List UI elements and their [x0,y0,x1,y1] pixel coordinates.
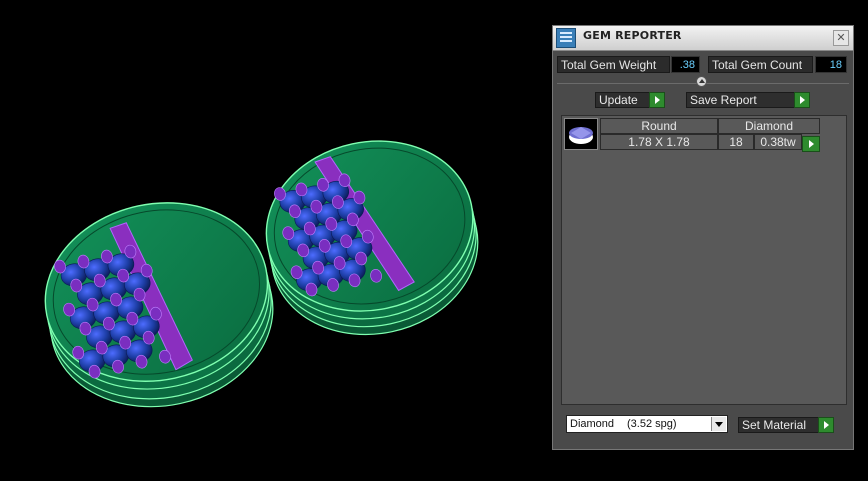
gem-size: 1.78 X 1.78 [600,134,718,150]
close-button[interactable]: ✕ [833,30,849,46]
update-button-label: Update [599,93,638,107]
3d-viewport[interactable] [0,0,540,481]
play-arrow-icon [649,92,665,108]
gem-row-action-icon[interactable] [802,136,820,152]
total-gem-count-value: 18 [815,56,847,73]
play-arrow-icon [794,92,810,108]
chevron-down-icon [711,417,726,431]
gem-reporter-panel: GEM REPORTER ✕ Total Gem Weight .38 Tota… [552,25,854,450]
collapse-handle[interactable] [696,76,707,87]
gem-thumbnail [564,118,598,150]
left-earring [44,202,274,408]
save-report-button[interactable]: Save Report [686,92,810,108]
update-button[interactable]: Update [595,92,665,108]
gem-list: Round Diamond 1.78 X 1.78 18 0.38tw [561,115,847,405]
panel-titlebar[interactable]: GEM REPORTER ✕ [553,26,853,51]
total-gem-count-label: Total Gem Count [708,56,813,73]
set-material-button-label: Set Material [742,418,807,432]
panel-title: GEM REPORTER [583,29,682,42]
gem-weight: 0.38tw [754,134,802,150]
total-gem-weight-value: .38 [671,56,700,73]
gem-reporter-icon [556,28,576,48]
gem-list-row[interactable]: Round Diamond 1.78 X 1.78 18 0.38tw [564,118,820,152]
jewelry-model [44,140,479,408]
gem-count: 18 [718,134,754,150]
material-select-spg: (3.52 spg) [627,418,677,430]
play-arrow-icon [818,417,834,433]
save-report-button-label: Save Report [690,93,757,107]
material-header: Diamond [718,118,820,134]
set-material-button[interactable]: Set Material [738,417,834,433]
shape-header: Round [600,118,718,134]
total-gem-weight-label: Total Gem Weight [557,56,670,73]
material-select[interactable]: Diamond (3.52 spg) [566,415,728,433]
material-select-name: Diamond [570,418,615,430]
right-earring [265,140,479,336]
